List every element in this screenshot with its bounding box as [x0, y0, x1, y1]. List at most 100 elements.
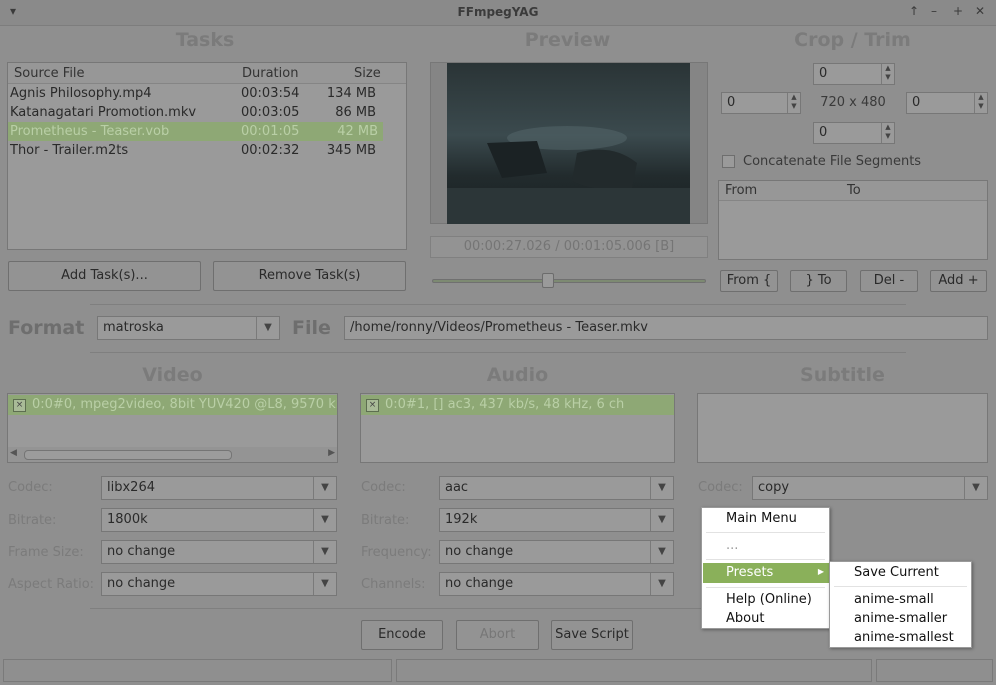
add-tasks-button[interactable]: Add Task(s)...: [8, 261, 201, 291]
crop-top-spinbox[interactable]: 0 ▲ ▼: [813, 63, 895, 85]
menu-item-preset[interactable]: anime-small: [854, 592, 934, 607]
menu-item-ellipsis[interactable]: ...: [726, 538, 738, 553]
maximize-icon[interactable]: +: [953, 4, 963, 18]
video-bitrate-select[interactable]: 1800k ▼: [101, 508, 337, 532]
chevron-down-icon[interactable]: ▼: [313, 509, 336, 531]
chevron-down-icon[interactable]: ▼: [650, 509, 673, 531]
crop-left-value: 0: [727, 95, 736, 110]
menu-item-save-current[interactable]: Save Current: [854, 565, 939, 580]
table-row[interactable]: Agnis Philosophy.mp4 00:03:54 134 MB: [8, 84, 406, 103]
column-size[interactable]: Size: [354, 66, 381, 81]
spin-arrows-icon[interactable]: ▲ ▼: [881, 64, 894, 84]
stream-checkbox[interactable]: ×: [13, 399, 26, 412]
format-select[interactable]: matroska ▼: [97, 316, 280, 340]
audio-bitrate-select[interactable]: 192k ▼: [439, 508, 674, 532]
format-value: matroska: [103, 320, 164, 335]
audio-stream-list[interactable]: × 0:0#1, [] ac3, 437 kb/s, 48 kHz, 6 ch: [360, 393, 675, 463]
preview-seek-handle[interactable]: [542, 273, 555, 288]
save-script-button[interactable]: Save Script: [551, 620, 633, 650]
segments-list[interactable]: From To: [718, 180, 988, 260]
frequency-select[interactable]: no change ▼: [439, 540, 674, 564]
chevron-down-icon[interactable]: ▼: [650, 477, 673, 499]
menu-item-presets[interactable]: Presets ▶: [703, 563, 830, 583]
preview-image: [447, 63, 690, 224]
encode-button[interactable]: Encode: [361, 620, 443, 650]
chevron-down-icon[interactable]: ▼: [650, 573, 673, 595]
frame-size-label: Frame Size:: [8, 545, 84, 560]
concatenate-label: Concatenate File Segments: [743, 154, 922, 169]
crop-bottom-spinbox[interactable]: 0 ▲ ▼: [813, 122, 895, 144]
list-item[interactable]: × 0:0#0, mpeg2video, 8bit YUV420 @L8, 95…: [8, 395, 337, 415]
menu-item-about[interactable]: About: [726, 611, 764, 626]
table-row[interactable]: Thor - Trailer.m2ts 00:02:32 345 MB: [8, 141, 406, 160]
subtitle-codec-label: Codec:: [698, 480, 743, 495]
frame-size-select[interactable]: no change ▼: [101, 540, 337, 564]
row-size: 134 MB: [326, 86, 376, 101]
row-size: 86 MB: [335, 105, 376, 120]
preview-seek-track[interactable]: [432, 279, 706, 283]
video-stream-list[interactable]: × 0:0#0, mpeg2video, 8bit YUV420 @L8, 95…: [7, 393, 338, 463]
delete-segment-button[interactable]: Del -: [860, 270, 918, 292]
crop-right-spinbox[interactable]: 0 ▲ ▼: [906, 92, 988, 114]
horizontal-scrollbar[interactable]: ◀ ▶: [8, 447, 337, 462]
scroll-right-icon[interactable]: ▶: [328, 448, 335, 458]
add-segment-button[interactable]: Add +: [930, 270, 987, 292]
audio-codec-value: aac: [445, 480, 469, 495]
keep-above-icon[interactable]: ↑: [909, 4, 919, 18]
subtitle-title: Subtitle: [800, 364, 885, 386]
minimize-icon[interactable]: –: [931, 4, 937, 18]
chevron-down-icon[interactable]: ▼: [313, 477, 336, 499]
audio-bitrate-label: Bitrate:: [361, 513, 410, 528]
tasks-title: Tasks: [175, 29, 235, 51]
output-file-input[interactable]: /home/ronny/Videos/Prometheus - Teaser.m…: [344, 316, 988, 340]
channels-select[interactable]: no change ▼: [439, 572, 674, 596]
resolution-label: 720 x 480: [820, 95, 886, 110]
tasks-list[interactable]: Source File Duration Size Agnis Philosop…: [7, 62, 407, 250]
chevron-down-icon[interactable]: ▼: [964, 477, 987, 499]
table-row-selected[interactable]: Prometheus - Teaser.vob 00:01:05 42 MB: [8, 122, 383, 141]
column-source-file[interactable]: Source File: [14, 66, 85, 81]
remove-tasks-button[interactable]: Remove Task(s): [213, 261, 406, 291]
close-icon[interactable]: ✕: [975, 4, 985, 18]
list-item[interactable]: × 0:0#1, [] ac3, 437 kb/s, 48 kHz, 6 ch: [361, 395, 674, 415]
aspect-ratio-label: Aspect Ratio:: [8, 577, 95, 592]
spin-arrows-icon[interactable]: ▲ ▼: [787, 93, 800, 113]
crop-bottom-value: 0: [819, 125, 828, 140]
submenu-arrow-icon: ▶: [817, 567, 824, 576]
scroll-left-icon[interactable]: ◀: [10, 448, 17, 458]
abort-button[interactable]: Abort: [456, 620, 539, 650]
subtitle-codec-value: copy: [758, 480, 790, 495]
audio-codec-select[interactable]: aac ▼: [439, 476, 674, 500]
subtitle-stream-list[interactable]: [697, 393, 988, 463]
column-duration[interactable]: Duration: [242, 66, 298, 81]
from-button[interactable]: From {: [720, 270, 778, 292]
column-from[interactable]: From: [725, 183, 757, 198]
to-button[interactable]: } To: [790, 270, 847, 292]
main-menu: Main Menu ... Presets ▶ Help (Online) Ab…: [701, 507, 830, 629]
subtitle-codec-select[interactable]: copy ▼: [752, 476, 988, 500]
concatenate-checkbox[interactable]: [722, 155, 735, 168]
menu-item-main-menu[interactable]: Main Menu: [726, 511, 797, 526]
menu-separator: [834, 586, 967, 587]
menu-item-help[interactable]: Help (Online): [726, 592, 812, 607]
row-duration: 00:01:05: [241, 124, 300, 139]
menu-item-preset[interactable]: anime-smallest: [854, 630, 954, 645]
crop-left-spinbox[interactable]: 0 ▲ ▼: [721, 92, 801, 114]
chevron-down-icon[interactable]: ▼: [313, 573, 336, 595]
frame-size-value: no change: [107, 544, 176, 559]
menu-item-preset[interactable]: anime-smaller: [854, 611, 947, 626]
stream-checkbox[interactable]: ×: [366, 399, 379, 412]
table-row[interactable]: Katanagatari Promotion.mkv 00:03:05 86 M…: [8, 103, 406, 122]
chevron-down-icon[interactable]: ▼: [256, 317, 279, 339]
row-duration: 00:03:54: [241, 86, 300, 101]
row-file-name: Agnis Philosophy.mp4: [10, 86, 152, 101]
chevron-down-icon[interactable]: ▼: [313, 541, 336, 563]
chevron-down-icon[interactable]: ▼: [650, 541, 673, 563]
video-codec-select[interactable]: libx264 ▼: [101, 476, 337, 500]
aspect-ratio-select[interactable]: no change ▼: [101, 572, 337, 596]
spin-arrows-icon[interactable]: ▲ ▼: [881, 123, 894, 143]
column-to[interactable]: To: [847, 183, 861, 198]
scrollbar-thumb[interactable]: [24, 450, 232, 460]
spin-arrows-icon[interactable]: ▲ ▼: [974, 93, 987, 113]
crop-top-value: 0: [819, 66, 828, 81]
